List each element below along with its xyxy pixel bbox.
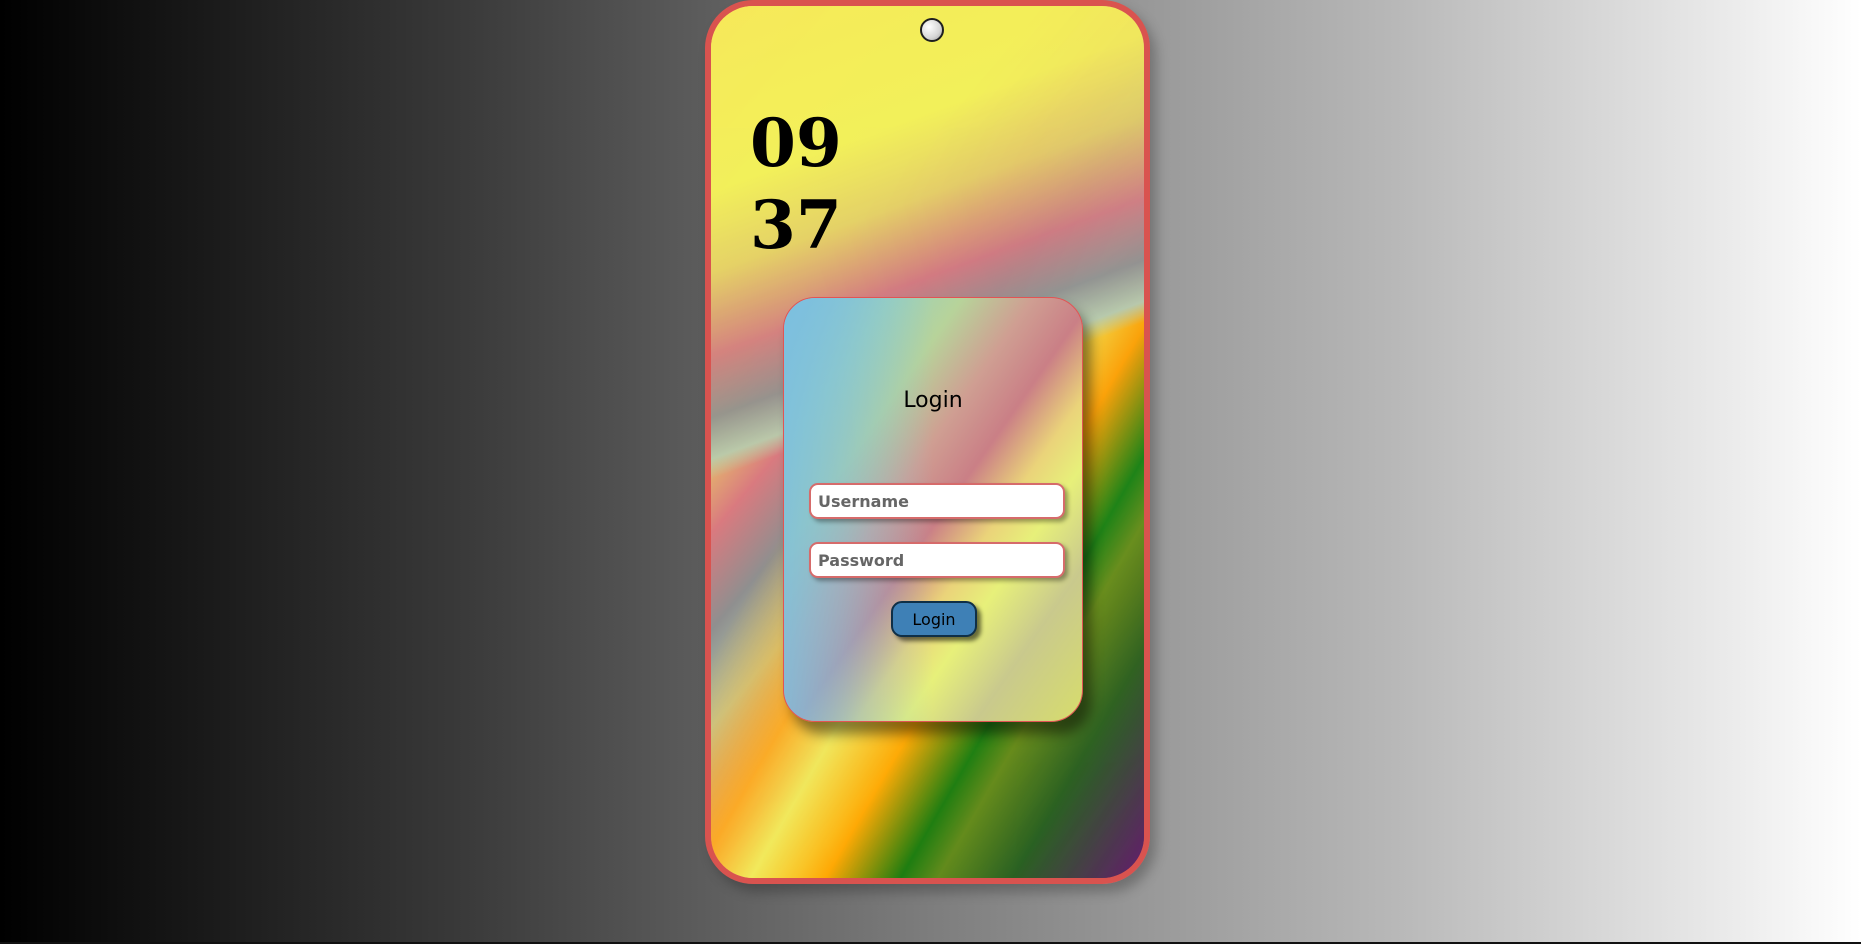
password-input[interactable] bbox=[809, 542, 1065, 578]
camera-icon bbox=[920, 18, 944, 42]
username-input[interactable] bbox=[809, 483, 1065, 519]
phone-frame: 09 37 Login Login bbox=[705, 0, 1150, 884]
login-button[interactable]: Login bbox=[891, 601, 977, 637]
login-card: Login Login bbox=[783, 297, 1083, 722]
login-title: Login bbox=[903, 388, 963, 413]
clock-minutes: 37 bbox=[750, 186, 842, 264]
clock: 09 37 bbox=[750, 102, 842, 266]
clock-hours: 09 bbox=[750, 104, 842, 182]
login-card-content: Login Login bbox=[784, 298, 1082, 721]
